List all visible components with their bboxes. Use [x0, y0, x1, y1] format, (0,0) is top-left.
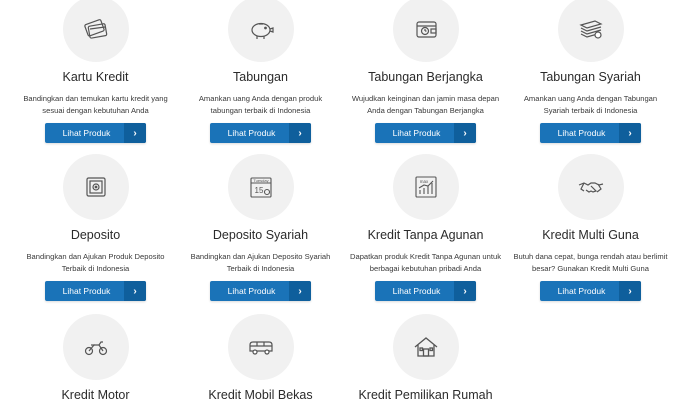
lihat-produk-button[interactable]: Lihat Produk › [540, 281, 641, 301]
chevron-right-icon: › [289, 281, 311, 301]
button-label: Lihat Produk [227, 286, 276, 296]
product-title: Kredit Pemilikan Rumah [358, 388, 493, 402]
product-card-tabungan-berjangka: Tabungan Berjangka Wujudkan keinginan da… [343, 0, 508, 143]
chevron-right-icon: › [289, 123, 311, 143]
button-label: Lihat Produk [392, 286, 441, 296]
lihat-produk-button[interactable]: Lihat Produk › [540, 123, 641, 143]
product-description: Dapatkan produk Kredit Tanpa Agunan untu… [349, 252, 501, 273]
product-card-kredit-motor: Kredit Motor [13, 314, 178, 403]
lihat-produk-button[interactable]: Lihat Produk › [45, 123, 146, 143]
lihat-produk-button[interactable]: Lihat Produk › [375, 123, 476, 143]
product-description: Wujudkan keinginan dan jamin masa depan … [351, 94, 500, 115]
handshake-icon [578, 182, 603, 193]
product-title: Deposito [70, 228, 121, 242]
product-title: Tabungan Berjangka [368, 70, 483, 84]
icon-circle [62, 314, 129, 380]
icon-circle [557, 0, 624, 62]
product-title: Kredit Mobil Bekas [208, 388, 313, 402]
icon-circle [557, 154, 624, 220]
product-description: Bandingkan dan temukan kartu kredit yang… [23, 94, 168, 115]
product-card-kredit-tanpa-agunan: max Kredit Tanpa Agunan Dapatkan produk … [343, 154, 508, 301]
chevron-right-icon: › [124, 281, 146, 301]
product-card-deposito-syariah: Tuesday 15 Deposito Syariah Bandingkan d… [178, 154, 343, 301]
button-label: Lihat Produk [227, 128, 276, 138]
product-title: Deposito Syariah [212, 228, 309, 242]
product-title: Kredit Motor [61, 388, 130, 402]
product-description: Butuh dana cepat, bunga rendah atau berl… [513, 252, 668, 273]
product-title: Tabungan Syariah [540, 70, 641, 84]
icon-circle [392, 314, 459, 380]
product-card-kartu-kredit: Kartu Kredit Bandingkan dan temukan kart… [13, 0, 178, 143]
product-title: Tabungan [233, 70, 288, 84]
button-label: Lihat Produk [62, 128, 111, 138]
icon-circle [392, 0, 459, 62]
piggy-bank-icon [250, 22, 274, 39]
lihat-produk-button[interactable]: Lihat Produk › [210, 123, 311, 143]
icon-circle [227, 0, 294, 62]
chart-up-icon: max [414, 176, 437, 198]
icon-circle [62, 154, 129, 220]
product-description: Amankan uang Anda dengan Tabungan Syaria… [523, 94, 658, 115]
chevron-right-icon: › [454, 281, 476, 301]
lihat-produk-button[interactable]: Lihat Produk › [375, 281, 476, 301]
wallet-clock-icon [415, 21, 437, 38]
button-label: Lihat Produk [557, 128, 606, 138]
icon-circle [62, 0, 129, 62]
product-description: Bandingkan dan Ajukan Produk Deposito Te… [26, 252, 165, 273]
money-stack-icon [578, 20, 603, 39]
button-label: Lihat Produk [62, 286, 111, 296]
chevron-right-icon: › [124, 123, 146, 143]
product-card-tabungan: Tabungan Amankan uang Anda dengan produk… [178, 0, 343, 143]
credit-card-icon [83, 19, 107, 39]
calendar-icon: Tuesday 15 [249, 177, 272, 198]
button-label: Lihat Produk [392, 128, 441, 138]
chevron-right-icon: › [619, 123, 641, 143]
product-description: Amankan uang Anda dengan produk tabungan… [198, 94, 323, 115]
house-icon [414, 337, 437, 357]
product-title: Kredit Multi Guna [542, 228, 639, 242]
icon-circle [227, 314, 294, 380]
product-title: Kartu Kredit [62, 70, 129, 84]
chevron-right-icon: › [619, 281, 641, 301]
product-card-kredit-multi-guna: Kredit Multi Guna Butuh dana cepat, bung… [508, 154, 673, 301]
product-card-deposito: Deposito Bandingkan dan Ajukan Produk De… [13, 154, 178, 301]
lihat-produk-button[interactable]: Lihat Produk › [210, 281, 311, 301]
product-card-kredit-mobil-bekas: Kredit Mobil Bekas [178, 314, 343, 403]
product-card-kredit-pemilikan-rumah: Kredit Pemilikan Rumah [343, 314, 508, 403]
car-icon [248, 341, 273, 355]
chart-max-text: max [419, 179, 428, 184]
icon-circle: max [392, 154, 459, 220]
product-description: Bandingkan dan Ajukan Deposito Syariah T… [190, 252, 331, 273]
button-label: Lihat Produk [557, 286, 606, 296]
icon-circle: Tuesday 15 [227, 154, 294, 220]
product-card-tabungan-syariah: Tabungan Syariah Amankan uang Anda denga… [508, 0, 673, 143]
chevron-right-icon: › [454, 123, 476, 143]
calendar-day-text: Tuesday [253, 178, 268, 183]
calendar-date-text: 15 [254, 186, 263, 195]
lihat-produk-button[interactable]: Lihat Produk › [45, 281, 146, 301]
safe-icon [85, 177, 106, 197]
motorcycle-icon [84, 341, 107, 356]
product-title: Kredit Tanpa Agunan [367, 228, 484, 242]
